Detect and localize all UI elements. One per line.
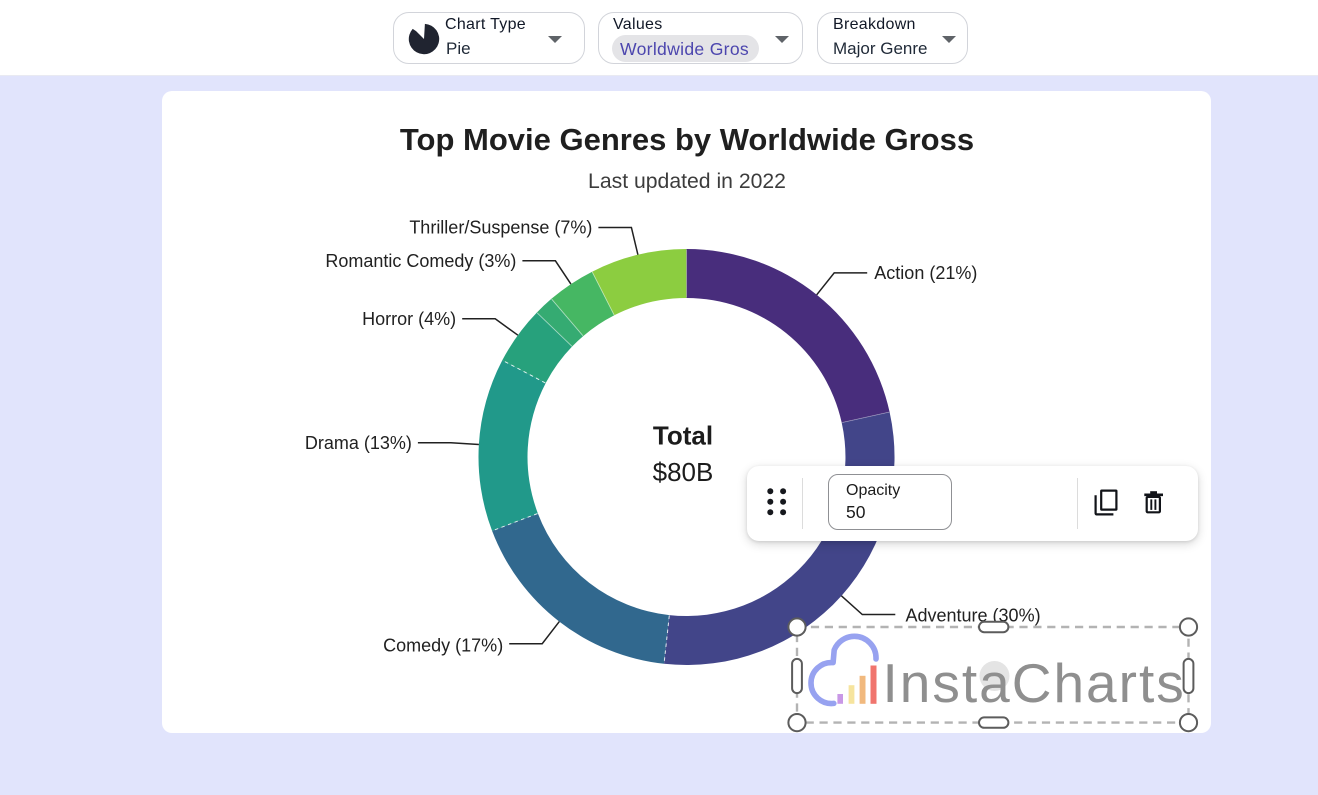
svg-text:Adventure (30%): Adventure (30%) — [906, 606, 1041, 626]
svg-text:Total: Total — [653, 421, 713, 451]
svg-text:$80B: $80B — [653, 457, 714, 487]
svg-text:Horror (4%): Horror (4%) — [362, 309, 456, 329]
svg-text:Comedy (17%): Comedy (17%) — [383, 636, 503, 656]
svg-text:Action (21%): Action (21%) — [874, 263, 977, 283]
svg-text:Romantic Comedy (3%): Romantic Comedy (3%) — [325, 251, 516, 271]
svg-text:Drama (13%): Drama (13%) — [305, 433, 412, 453]
svg-text:InstaCharts: InstaCharts — [883, 652, 1186, 714]
svg-text:Thriller/Suspense (7%): Thriller/Suspense (7%) — [409, 218, 592, 238]
